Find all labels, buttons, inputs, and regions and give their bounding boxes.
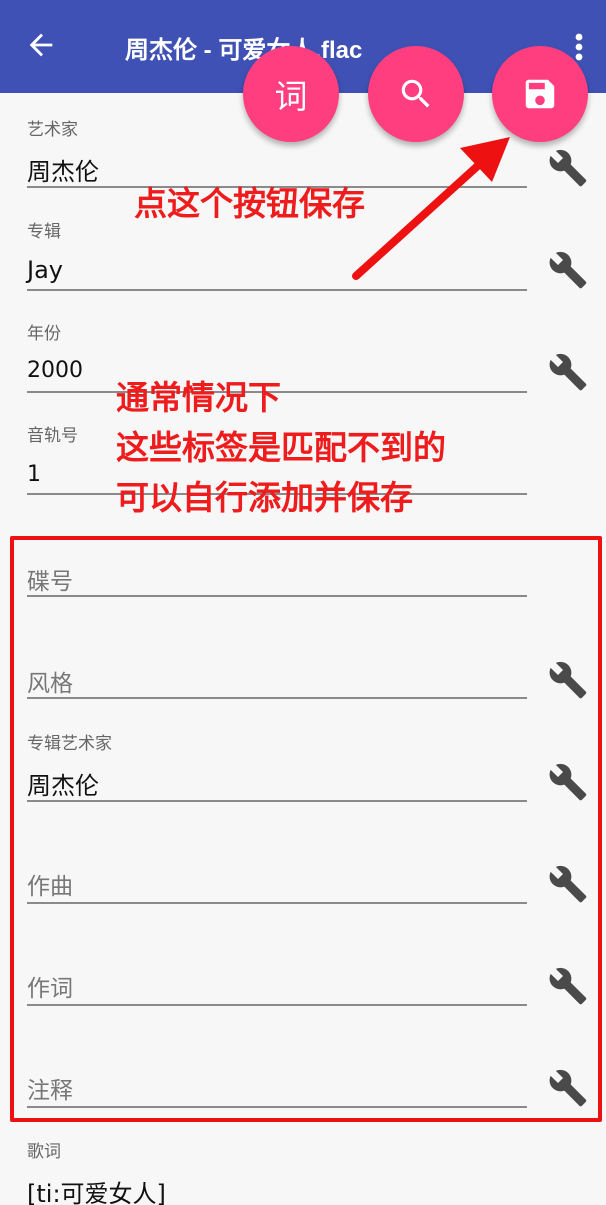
tag-hint-line3: 可以自行添加并保存 (116, 478, 413, 517)
page-title: 周杰伦 - 可爱女人.flac (125, 37, 363, 64)
track-label: 音轨号 (27, 426, 78, 446)
wrench-icon[interactable] (548, 352, 588, 392)
album-label: 专辑 (27, 222, 61, 242)
lyrics-label: 歌词 (27, 1142, 61, 1162)
lyrics-field[interactable]: 歌词 [ti:可爱女人] (27, 1132, 527, 1205)
tag-hint-line1: 通常情况下 (116, 378, 281, 417)
wrench-icon[interactable] (548, 250, 588, 290)
track-value[interactable]: 1 (27, 462, 41, 487)
save-hint-text: 点这个按钮保存 (134, 184, 365, 223)
artist-label: 艺术家 (27, 120, 78, 140)
year-value[interactable]: 2000 (27, 358, 83, 383)
artist-value[interactable]: 周杰伦 (27, 152, 99, 187)
save-icon (525, 79, 555, 109)
lyrics-value[interactable]: [ti:可爱女人] (27, 1174, 166, 1205)
album-underline (27, 289, 527, 291)
arrow-left-icon[interactable] (24, 28, 58, 62)
wrench-icon[interactable] (548, 148, 588, 188)
tag-hint-line2: 这些标签是匹配不到的 (116, 428, 446, 467)
search-icon (401, 79, 430, 108)
album-value[interactable]: Jay (27, 256, 63, 284)
annotation-box (10, 536, 602, 1122)
year-label: 年份 (27, 324, 61, 344)
